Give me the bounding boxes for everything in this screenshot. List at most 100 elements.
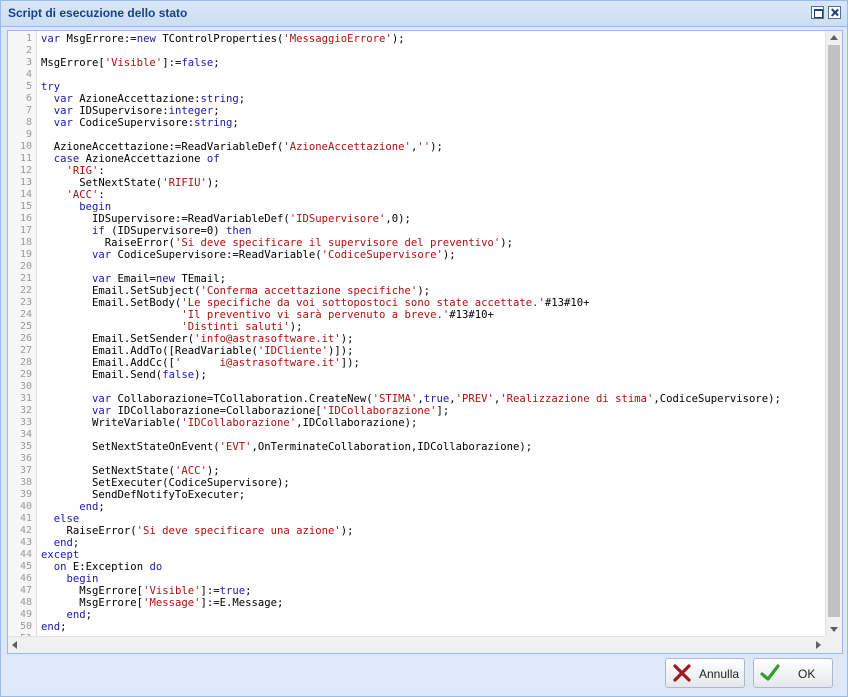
code-line[interactable]: 48 MsgErrore['Message']:=E.Message; bbox=[8, 597, 825, 609]
code-text[interactable]: Email.Send(false); bbox=[41, 369, 207, 381]
maximize-icon[interactable] bbox=[811, 6, 824, 19]
code-line[interactable]: 40 end; bbox=[8, 501, 825, 513]
code-line[interactable]: 26 Email.SetSender('info@astrasoftware.i… bbox=[8, 333, 825, 345]
code-line[interactable]: 46 begin bbox=[8, 573, 825, 585]
code-text[interactable]: on E:Exception do bbox=[41, 561, 162, 573]
code-line[interactable]: 39 SendDefNotifyToExecuter; bbox=[8, 489, 825, 501]
code-text[interactable]: SetNextState('ACC'); bbox=[41, 465, 220, 477]
code-line[interactable]: 34 bbox=[8, 429, 825, 441]
code-line[interactable]: 18 RaiseError('Si deve specificare il su… bbox=[8, 237, 825, 249]
code-line[interactable]: 50 end; bbox=[8, 621, 825, 633]
code-line[interactable]: 43 end; bbox=[8, 537, 825, 549]
code-text[interactable]: else bbox=[41, 513, 80, 525]
code-text[interactable]: var CodiceSupervisore:string; bbox=[41, 117, 239, 129]
code-line[interactable]: 24 'Il preventivo vi sarà pervenuto a br… bbox=[8, 309, 825, 321]
code-line[interactable]: 47 MsgErrore['Visible']:=true; bbox=[8, 585, 825, 597]
horizontal-scrollbar[interactable] bbox=[8, 636, 825, 653]
code-line[interactable]: 10 AzioneAccettazione:=ReadVariableDef('… bbox=[8, 141, 825, 153]
code-text[interactable]: var CodiceSupervisore:=ReadVariable('Cod… bbox=[41, 249, 456, 261]
code-text[interactable]: IDSupervisore:=ReadVariableDef('IDSuperv… bbox=[41, 213, 411, 225]
code-text[interactable]: SetNextState('RIFIU'); bbox=[41, 177, 219, 189]
code-text[interactable]: var IDSupervisore:integer; bbox=[41, 105, 220, 117]
code-line[interactable]: 41 else bbox=[8, 513, 825, 525]
code-text[interactable]: end; bbox=[41, 537, 80, 549]
code-line[interactable]: 36 bbox=[8, 453, 825, 465]
code-line[interactable]: 9 bbox=[8, 129, 825, 141]
code-line[interactable]: 27 Email.AddTo([ReadVariable('IDCliente'… bbox=[8, 345, 825, 357]
code-text[interactable]: Email.AddTo([ReadVariable('IDCliente')])… bbox=[41, 345, 354, 357]
close-icon[interactable] bbox=[828, 6, 841, 19]
code-text[interactable]: except bbox=[41, 549, 79, 561]
code-line[interactable]: 1 var MsgErrore:=new TControlProperties('… bbox=[8, 33, 825, 45]
code-line[interactable]: 25 'Distinti saluti'); bbox=[8, 321, 825, 333]
code-line[interactable]: 22 Email.SetSubject('Conferma accettazio… bbox=[8, 285, 825, 297]
code-text[interactable]: Email.SetSubject('Conferma accettazione … bbox=[41, 285, 430, 297]
code-text[interactable]: WriteVariable('IDCollaborazione',IDColla… bbox=[41, 417, 417, 429]
code-text[interactable]: RaiseError('Si deve specificare il super… bbox=[41, 237, 513, 249]
ok-button[interactable]: OK bbox=[753, 658, 833, 688]
code-text[interactable]: begin bbox=[41, 201, 111, 213]
code-lines[interactable]: 1 var MsgErrore:=new TControlProperties('… bbox=[8, 33, 825, 653]
code-line[interactable]: 29 Email.Send(false); bbox=[8, 369, 825, 381]
cancel-button[interactable]: Annulla bbox=[665, 658, 745, 688]
code-line[interactable]: 17 if (IDSupervisore=0) then bbox=[8, 225, 825, 237]
code-text[interactable]: var IDCollaborazione=Collaborazione['IDC… bbox=[41, 405, 449, 417]
code-text[interactable]: var MsgErrore:=new TControlProperties('M… bbox=[41, 33, 405, 45]
code-line[interactable]: 20 bbox=[8, 261, 825, 273]
code-text[interactable]: 'Il preventivo vi sarà pervenuto a breve… bbox=[41, 309, 494, 321]
scroll-down-icon[interactable] bbox=[830, 627, 838, 632]
code-text[interactable]: MsgErrore['Visible']:=false; bbox=[41, 57, 220, 69]
code-text[interactable]: Email.AddCc([' i@astrasoftware.it']); bbox=[41, 357, 360, 369]
code-text[interactable]: MsgErrore['Message']:=E.Message; bbox=[41, 597, 283, 609]
code-line[interactable]: 11 case AzioneAccettazione of bbox=[8, 153, 825, 165]
code-line[interactable]: 38 SetExecuter(CodiceSupervisore); bbox=[8, 477, 825, 489]
dialog-titlebar[interactable]: Script di esecuzione dello stato bbox=[1, 1, 847, 27]
code-line[interactable]: 35 SetNextStateOnEvent('EVT',OnTerminate… bbox=[8, 441, 825, 453]
code-text[interactable]: var Collaborazione=TCollaboration.Create… bbox=[41, 393, 781, 405]
code-line[interactable]: 6 var AzioneAccettazione:string; bbox=[8, 93, 825, 105]
code-line[interactable]: 14 'ACC': bbox=[8, 189, 825, 201]
code-text[interactable]: end; bbox=[41, 501, 105, 513]
code-line[interactable]: 2 bbox=[8, 45, 825, 57]
code-line[interactable]: 12 'RIG': bbox=[8, 165, 825, 177]
code-line[interactable]: 5 try bbox=[8, 81, 825, 93]
code-text[interactable]: 'Distinti saluti'); bbox=[41, 321, 302, 333]
code-text[interactable]: begin bbox=[41, 573, 99, 585]
code-text[interactable]: try bbox=[41, 81, 60, 93]
code-text[interactable]: var AzioneAccettazione:string; bbox=[41, 93, 245, 105]
code-text[interactable]: Email.SetBody('Le specifiche da voi sott… bbox=[41, 297, 590, 309]
scroll-up-icon[interactable] bbox=[830, 35, 838, 40]
code-line[interactable]: 28 Email.AddCc([' i@astrasoftware.it']); bbox=[8, 357, 825, 369]
code-text[interactable]: MsgErrore['Visible']:=true; bbox=[41, 585, 251, 597]
code-line[interactable]: 8 var CodiceSupervisore:string; bbox=[8, 117, 825, 129]
code-line[interactable]: 31 var Collaborazione=TCollaboration.Cre… bbox=[8, 393, 825, 405]
code-line[interactable]: 3 MsgErrore['Visible']:=false; bbox=[8, 57, 825, 69]
code-line[interactable]: 13 SetNextState('RIFIU'); bbox=[8, 177, 825, 189]
vertical-scroll-thumb[interactable] bbox=[828, 45, 840, 617]
code-line[interactable]: 23 Email.SetBody('Le specifiche da voi s… bbox=[8, 297, 825, 309]
code-text[interactable]: RaiseError('Si deve specificare una azio… bbox=[41, 525, 354, 537]
code-line[interactable]: 44 except bbox=[8, 549, 825, 561]
code-line[interactable]: 21 var Email=new TEmail; bbox=[8, 273, 825, 285]
code-text[interactable]: 'RIG': bbox=[41, 165, 105, 177]
code-editor[interactable]: 1 var MsgErrore:=new TControlProperties('… bbox=[7, 30, 843, 654]
code-text[interactable]: SetExecuter(CodiceSupervisore); bbox=[41, 477, 290, 489]
code-line[interactable]: 49 end; bbox=[8, 609, 825, 621]
code-text[interactable]: 'ACC': bbox=[41, 189, 105, 201]
scroll-left-icon[interactable] bbox=[12, 641, 17, 649]
code-line[interactable]: 33 WriteVariable('IDCollaborazione',IDCo… bbox=[8, 417, 825, 429]
code-line[interactable]: 16 IDSupervisore:=ReadVariableDef('IDSup… bbox=[8, 213, 825, 225]
code-text[interactable]: end; bbox=[41, 609, 93, 621]
code-line[interactable]: 15 begin bbox=[8, 201, 825, 213]
code-line[interactable]: 45 on E:Exception do bbox=[8, 561, 825, 573]
code-text[interactable]: if (IDSupervisore=0) then bbox=[41, 225, 251, 237]
code-line[interactable]: 19 var CodiceSupervisore:=ReadVariable('… bbox=[8, 249, 825, 261]
code-text[interactable]: AzioneAccettazione:=ReadVariableDef('Azi… bbox=[41, 141, 443, 153]
code-text[interactable]: var Email=new TEmail; bbox=[41, 273, 226, 285]
code-text[interactable]: case AzioneAccettazione of bbox=[41, 153, 220, 165]
vertical-scrollbar[interactable] bbox=[825, 31, 842, 636]
scroll-right-icon[interactable] bbox=[816, 641, 821, 649]
code-line[interactable]: 30 bbox=[8, 381, 825, 393]
code-line[interactable]: 4 bbox=[8, 69, 825, 81]
code-line[interactable]: 37 SetNextState('ACC'); bbox=[8, 465, 825, 477]
